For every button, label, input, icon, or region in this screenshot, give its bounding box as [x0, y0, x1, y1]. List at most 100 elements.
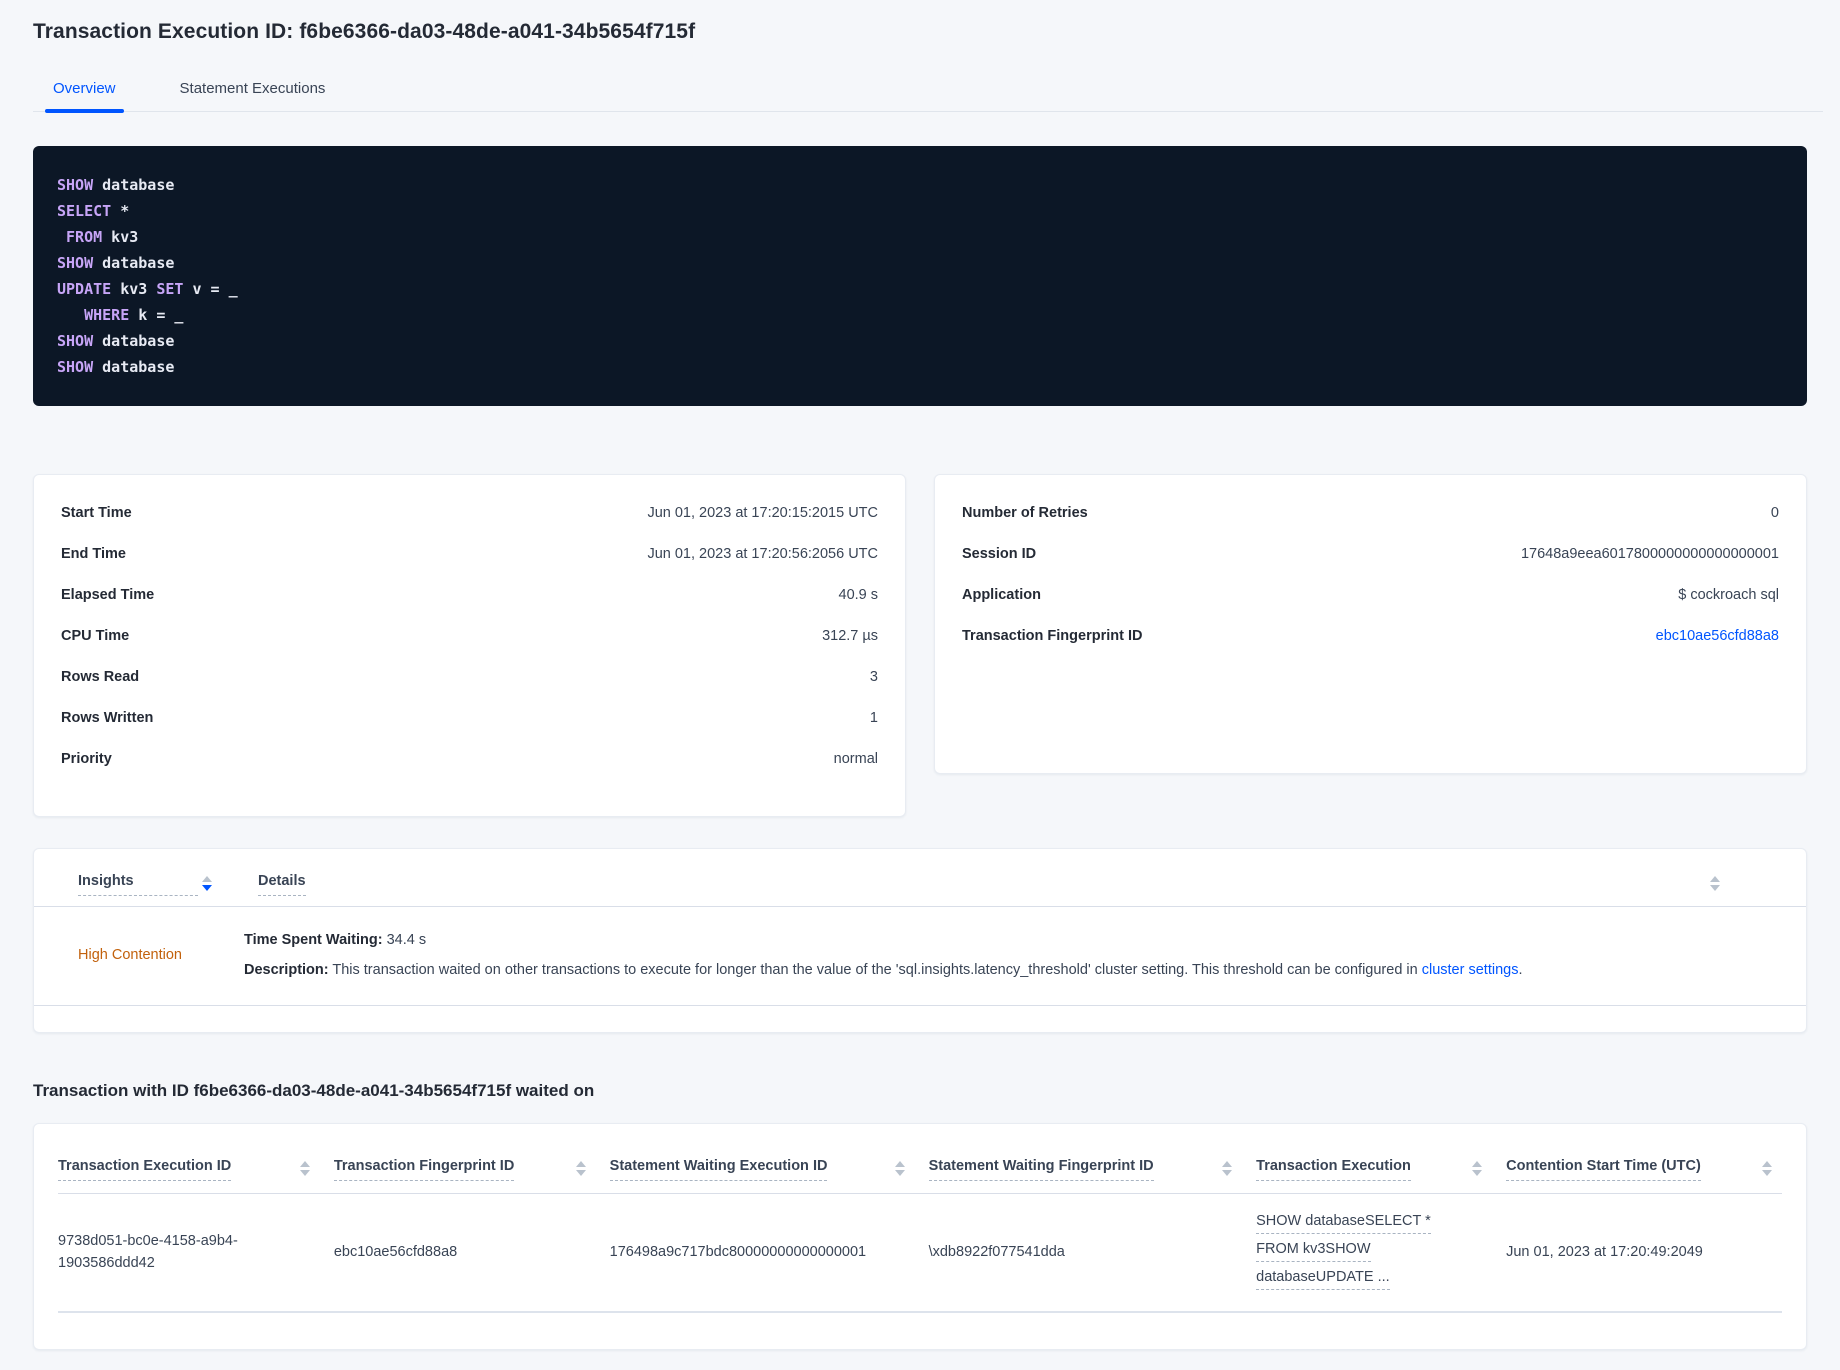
- column-header-transaction-execution-id: Transaction Execution ID: [58, 1158, 334, 1194]
- stat-value: 1: [869, 710, 878, 726]
- insights-table-header: Insights Details: [34, 873, 1806, 896]
- stat-value: 40.9 s: [838, 587, 879, 603]
- column-header-transaction-execution: Transaction Execution: [1256, 1158, 1507, 1194]
- sort-up-arrow-icon: [1222, 1161, 1233, 1167]
- stat-row-elapsed-time: Elapsed Time 40.9 s: [61, 587, 878, 628]
- transaction-execution-details-page: Transaction Execution ID: f6be6366-da03-…: [0, 0, 1840, 1370]
- sort-up-arrow-icon: [202, 876, 212, 882]
- stat-row-rows-read: Rows Read 3: [61, 669, 878, 710]
- transaction-fingerprint-link[interactable]: ebc10ae56cfd88a8: [1656, 628, 1779, 644]
- waited-on-header-row: Transaction Execution ID Transaction Fin…: [58, 1158, 1782, 1194]
- sql-line: SELECT *: [57, 202, 130, 220]
- cell-transaction-execution: SHOW databaseSELECT * FROM kv3SHOW datab…: [1256, 1193, 1507, 1313]
- time-spent-waiting: Time Spent Waiting: 34.4 s: [244, 932, 427, 948]
- sql-line: SHOW database: [57, 332, 175, 350]
- meta-label: Session ID: [962, 546, 1037, 562]
- meta-label: Transaction Fingerprint ID: [962, 628, 1143, 644]
- column-header-statement-waiting-execution-id: Statement Waiting Execution ID: [609, 1158, 929, 1194]
- sql-line: UPDATE kv3 SET v = _: [57, 280, 238, 298]
- transaction-execution-link[interactable]: SHOW databaseSELECT * FROM kv3SHOW datab…: [1256, 1210, 1488, 1294]
- stat-row-end-time: End Time Jun 01, 2023 at 17:20:56:2056 U…: [61, 546, 878, 587]
- execution-stats-card: Start Time Jun 01, 2023 at 17:20:15:2015…: [33, 474, 906, 817]
- stat-label: End Time: [61, 546, 126, 562]
- sort-icon[interactable]: [299, 1158, 310, 1176]
- sort-up-arrow-icon: [1762, 1161, 1772, 1167]
- sort-icon[interactable]: [894, 1158, 905, 1176]
- stat-label: Start Time: [61, 505, 132, 521]
- sql-line: SHOW database: [57, 358, 175, 376]
- stat-value: Jun 01, 2023 at 17:20:56:2056 UTC: [647, 546, 878, 562]
- tab-statement-executions[interactable]: Statement Executions: [176, 72, 330, 111]
- stat-value: Jun 01, 2023 at 17:20:15:2015 UTC: [647, 505, 878, 521]
- divider: [34, 1005, 1806, 1006]
- column-header-transaction-fingerprint-id: Transaction Fingerprint ID: [333, 1158, 610, 1194]
- stat-label: CPU Time: [61, 628, 130, 644]
- sort-down-arrow-icon: [202, 885, 212, 891]
- insight-details: Time Spent Waiting: 34.4 s Description: …: [244, 925, 1522, 985]
- sql-statements-box: SHOW database SELECT * FROM kv3 SHOW dat…: [33, 146, 1807, 406]
- cell-statement-waiting-fingerprint-id: \xdb8922f077541dda: [928, 1193, 1257, 1313]
- stat-value: normal: [833, 751, 878, 767]
- waited-on-table-card: Transaction Execution ID Transaction Fin…: [33, 1123, 1807, 1350]
- meta-label: Application: [962, 587, 1041, 603]
- stat-label: Priority: [61, 751, 112, 767]
- stat-row-cpu-time: CPU Time 312.7 µs: [61, 628, 878, 669]
- page-title: Transaction Execution ID: f6be6366-da03-…: [33, 20, 696, 43]
- meta-row-retries: Number of Retries 0: [962, 505, 1779, 546]
- stat-label: Rows Written: [61, 710, 154, 726]
- insight-description: Description: This transaction waited on …: [244, 962, 1523, 978]
- sort-icon[interactable]: [575, 1158, 586, 1176]
- sort-icon[interactable]: [1472, 1158, 1483, 1176]
- meta-value: 0: [1770, 505, 1779, 521]
- meta-label: Number of Retries: [962, 505, 1088, 521]
- table-bottom-spacer: [58, 1313, 1782, 1329]
- meta-row-fingerprint-id: Transaction Fingerprint ID ebc10ae56cfd8…: [962, 628, 1779, 669]
- insights-column-header[interactable]: Insights: [78, 873, 198, 896]
- meta-row-session-id: Session ID 17648a9eea6017800000000000000…: [962, 546, 1779, 587]
- meta-row-application: Application $ cockroach sql: [962, 587, 1779, 628]
- stat-label: Elapsed Time: [61, 587, 155, 603]
- cluster-settings-link[interactable]: cluster settings: [1422, 962, 1519, 978]
- details-column-header[interactable]: Details: [258, 873, 306, 896]
- sql-line: FROM kv3: [66, 228, 139, 246]
- waited-on-heading: Transaction with ID f6be6366-da03-48de-a…: [33, 1081, 595, 1100]
- sort-up-arrow-icon: [894, 1161, 905, 1167]
- stat-row-priority: Priority normal: [61, 751, 878, 792]
- insights-card: Insights Details High Contention Time Sp…: [33, 848, 1807, 1033]
- insight-badge: High Contention: [78, 947, 182, 963]
- cell-contention-start-time: Jun 01, 2023 at 17:20:49:2049: [1506, 1193, 1782, 1313]
- sort-up-arrow-icon: [575, 1161, 586, 1167]
- cell-transaction-execution-id: 9738d051-bc0e-4158-a9b4-1903586ddd42: [58, 1193, 334, 1313]
- sort-up-arrow-icon: [1472, 1161, 1483, 1167]
- tab-overview[interactable]: Overview: [45, 72, 124, 113]
- sql-line: SHOW database: [57, 254, 175, 272]
- sort-up-arrow-icon: [1710, 876, 1720, 882]
- stat-value: 3: [869, 669, 878, 685]
- sort-down-arrow-icon: [1222, 1170, 1233, 1176]
- tab-bar: Overview Statement Executions: [33, 72, 1823, 113]
- sort-up-arrow-icon: [299, 1161, 310, 1167]
- execution-meta-card: Number of Retries 0 Session ID 17648a9ee…: [934, 474, 1807, 774]
- sql-line: WHERE k = _: [84, 306, 184, 324]
- meta-value: 17648a9eea6017800000000000000001: [1520, 546, 1779, 562]
- column-header-contention-start-time: Contention Start Time (UTC): [1506, 1158, 1782, 1194]
- waited-on-table: Transaction Execution ID Transaction Fin…: [58, 1158, 1782, 1313]
- waited-on-data-row: 9738d051-bc0e-4158-a9b4-1903586ddd42 ebc…: [58, 1193, 1782, 1313]
- cell-transaction-fingerprint-id: ebc10ae56cfd88a8: [333, 1193, 610, 1313]
- stat-label: Rows Read: [61, 669, 140, 685]
- sort-down-arrow-icon: [894, 1170, 905, 1176]
- insight-row: High Contention Time Spent Waiting: 34.4…: [34, 907, 1806, 1005]
- summary-cards-row: Start Time Jun 01, 2023 at 17:20:15:2015…: [33, 474, 1807, 817]
- meta-value: $ cockroach sql: [1678, 587, 1779, 603]
- sort-icon[interactable]: [1222, 1158, 1233, 1176]
- sort-icon[interactable]: [202, 873, 212, 891]
- sort-icon[interactable]: [1710, 873, 1720, 891]
- sort-down-arrow-icon: [1710, 885, 1720, 891]
- cell-statement-waiting-execution-id: 176498a9c717bdc80000000000000001: [609, 1193, 929, 1313]
- stat-row-rows-written: Rows Written 1: [61, 710, 878, 751]
- stat-row-start-time: Start Time Jun 01, 2023 at 17:20:15:2015…: [61, 505, 878, 546]
- stat-value: 312.7 µs: [822, 628, 878, 644]
- sql-line: SHOW database: [57, 176, 175, 194]
- sort-icon[interactable]: [1762, 1158, 1772, 1176]
- sort-down-arrow-icon: [1762, 1170, 1772, 1176]
